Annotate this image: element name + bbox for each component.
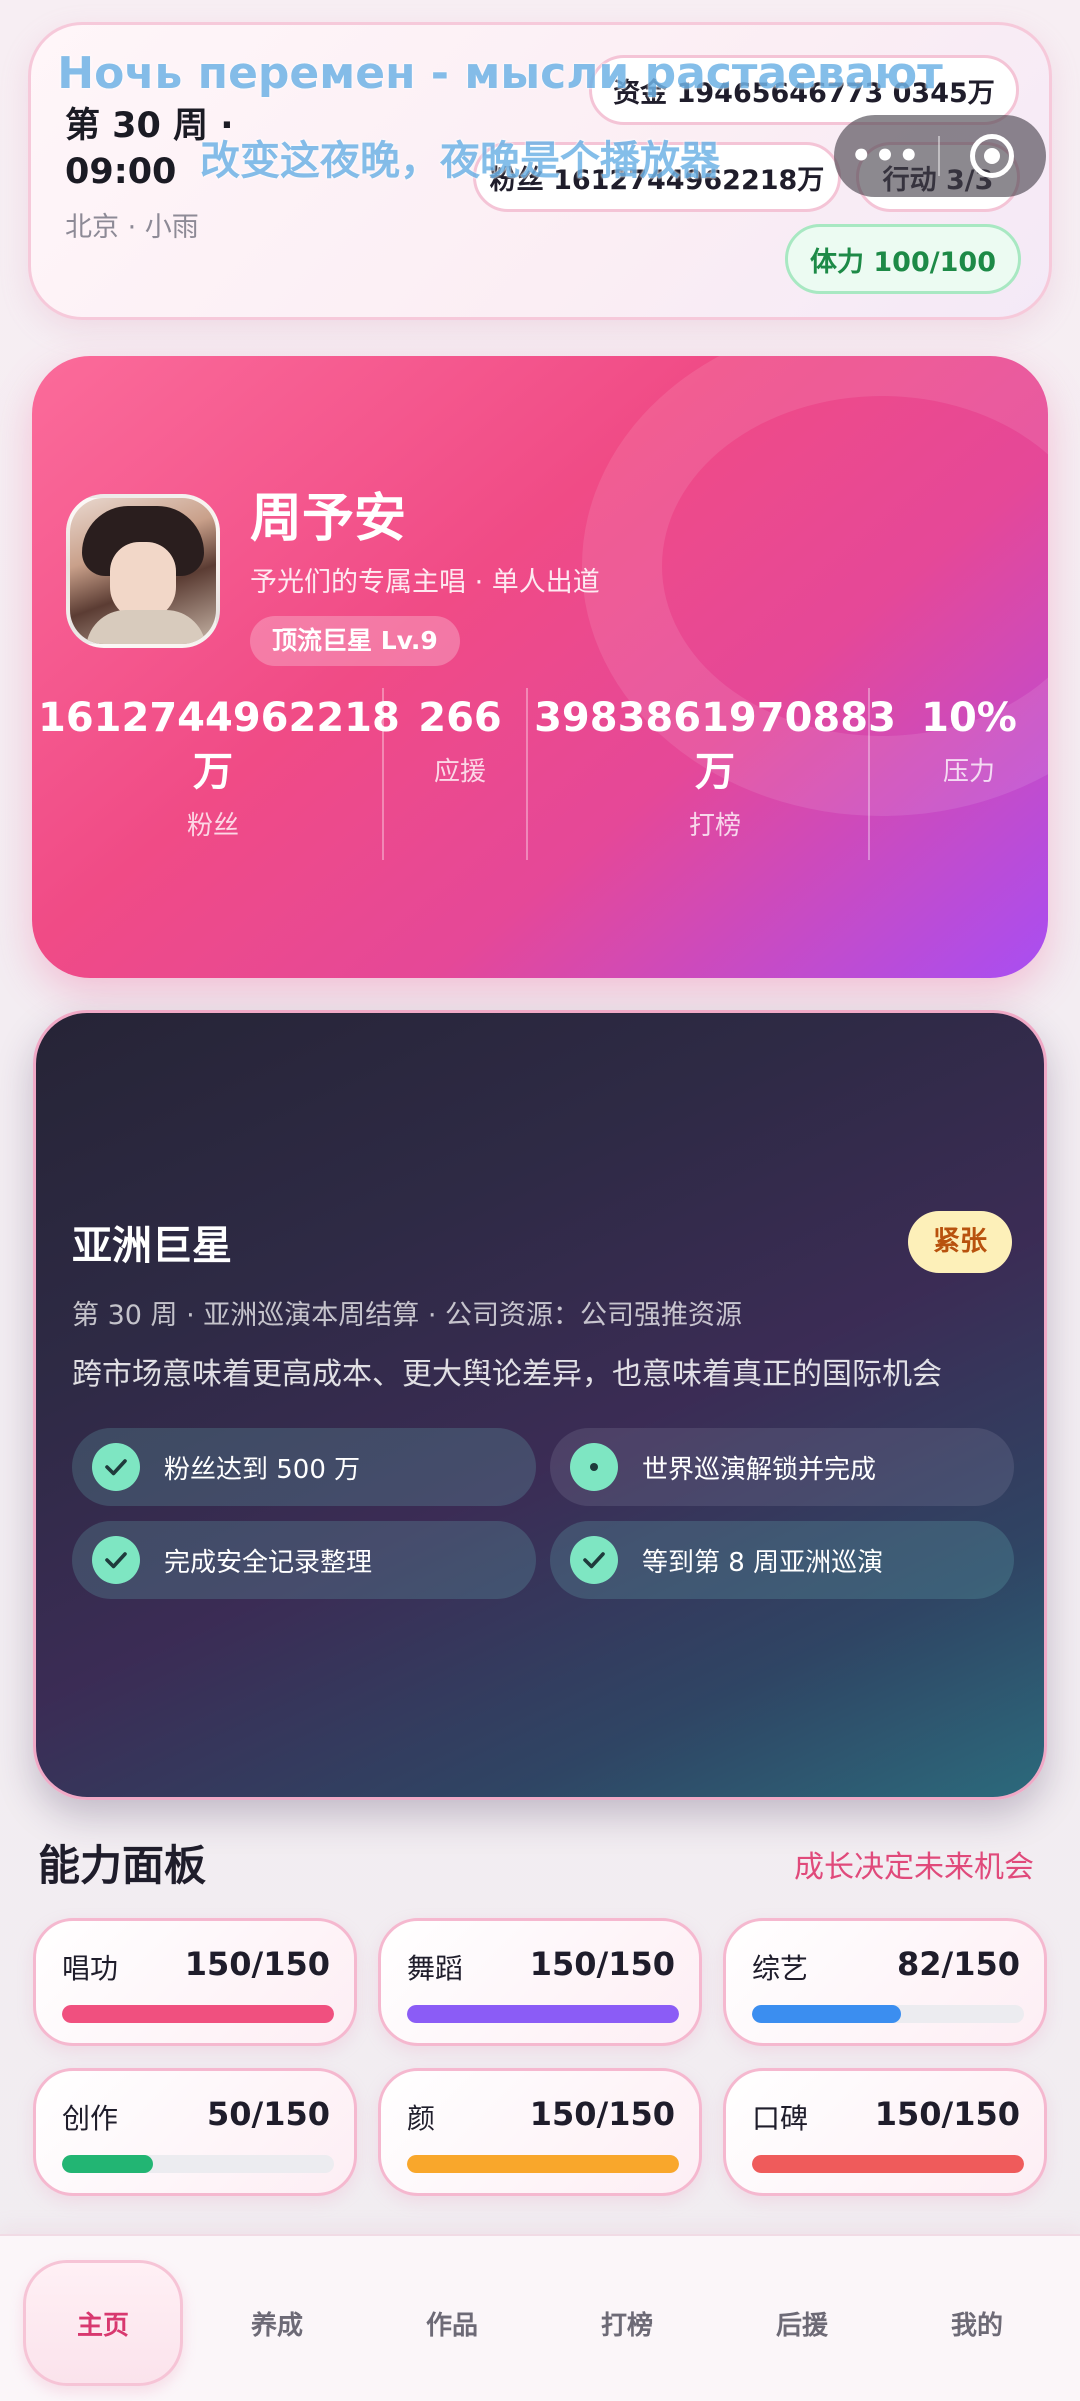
ability-progress-fill — [407, 2155, 679, 2173]
more-dots-icon[interactable]: ••• — [834, 136, 938, 176]
ability-progress-track — [752, 2155, 1024, 2173]
ability-progress-fill — [752, 2155, 1024, 2173]
profile-card: 周予安 予光们的专属主唱 · 单人出道 顶流巨星 Lv.9 1612744962… — [32, 356, 1048, 978]
nav-training[interactable]: 养成 — [197, 2260, 357, 2386]
artist-subtitle: 予光们的专属主唱 · 单人出道 — [250, 567, 600, 598]
level-badge: 顶流巨星 Lv.9 — [250, 616, 460, 666]
stat-pressure-value: 10% — [921, 695, 1017, 741]
ability-name: 舞蹈 — [407, 1952, 464, 1985]
ability-value: 150/150 — [529, 1945, 675, 1983]
ability-value: 82/150 — [896, 1945, 1020, 1983]
ability-name: 创作 — [62, 2102, 119, 2135]
ability-section-title: 能力面板 — [38, 1841, 207, 1890]
ability-value: 150/150 — [874, 2095, 1020, 2133]
mini-program-capsule: ••• — [834, 115, 1046, 197]
stat-fans-label: 粉丝 — [186, 811, 239, 841]
ability-progress-fill — [407, 2005, 679, 2023]
event-card[interactable]: 亚洲巨星 紧张 第 30 周 · 亚洲巡演本周结算 · 公司资源：公司强推资源 … — [33, 1010, 1047, 1800]
ability-card-reputation[interactable]: 口碑 150/150 — [723, 2068, 1047, 2196]
artist-name: 周予安 — [250, 489, 407, 549]
stat-support-value: 266 — [418, 695, 502, 741]
stat-rank: 3983861970883万 打榜 — [528, 691, 902, 842]
ability-name: 综艺 — [752, 1952, 809, 1985]
nav-support[interactable]: 后援 — [722, 2260, 882, 2386]
stat-fans: 1612744962218万 粉丝 — [38, 691, 400, 842]
goal-item: 完成安全记录整理 — [72, 1521, 536, 1599]
event-description: 跨市场意味着更高成本、更大舆论差异，也意味着真正的国际机会 — [72, 1357, 942, 1392]
stat-divider — [382, 688, 384, 860]
week-time: 第 30 周 · 09:00 — [65, 106, 234, 192]
stat-pressure: 10% 压力 — [894, 691, 1044, 788]
ability-progress-fill — [62, 2005, 334, 2023]
ability-name: 颜 — [407, 2102, 436, 2135]
nav-works[interactable]: 作品 — [372, 2260, 532, 2386]
ability-value: 150/150 — [184, 1945, 330, 1983]
bottom-nav: 主页 养成 作品 打榜 后援 我的 — [0, 2234, 1080, 2401]
ability-card-dance[interactable]: 舞蹈 150/150 — [378, 1918, 702, 2046]
ability-progress-track — [407, 2155, 679, 2173]
goal-item: 粉丝达到 500 万 — [72, 1428, 536, 1506]
nav-ranking[interactable]: 打榜 — [547, 2260, 707, 2386]
record-target-icon[interactable] — [940, 134, 1044, 178]
goal-text: 世界巡演解锁并完成 — [642, 1454, 877, 1485]
check-icon — [570, 1536, 618, 1584]
goal-text: 完成安全记录整理 — [164, 1547, 373, 1578]
stat-divider — [868, 688, 870, 860]
event-status-badge: 紧张 — [908, 1211, 1012, 1273]
ability-card-creation[interactable]: 创作 50/150 — [33, 2068, 357, 2196]
ability-progress-fill — [752, 2005, 901, 2023]
stat-fans-value: 1612744962218万 — [38, 695, 400, 795]
stat-support: 266 应援 — [386, 691, 534, 788]
stat-rank-value: 3983861970883万 — [534, 695, 896, 795]
ability-section-hint[interactable]: 成长决定未来机会 — [770, 1842, 1034, 1886]
ability-card-variety[interactable]: 综艺 82/150 — [723, 1918, 1047, 2046]
ability-progress-track — [752, 2005, 1024, 2023]
ability-card-looks[interactable]: 颜 150/150 — [378, 2068, 702, 2196]
ability-name: 口碑 — [752, 2102, 809, 2135]
event-title: 亚洲巨星 — [72, 1223, 232, 1269]
ability-progress-track — [407, 2005, 679, 2023]
avatar[interactable] — [66, 494, 220, 648]
goal-item: 世界巡演解锁并完成 — [550, 1428, 1014, 1506]
goal-text: 粉丝达到 500 万 — [164, 1454, 361, 1485]
goal-item: 等到第 8 周亚洲巡演 — [550, 1521, 1014, 1599]
location-weather: 北京 · 小雨 — [65, 212, 199, 243]
goal-text: 等到第 8 周亚洲巡演 — [642, 1547, 884, 1578]
stat-support-label: 应援 — [433, 757, 486, 787]
event-meta: 第 30 周 · 亚洲巡演本周结算 · 公司资源：公司强推资源 — [72, 1300, 743, 1331]
nav-me[interactable]: 我的 — [897, 2260, 1057, 2386]
ability-value: 50/150 — [206, 2095, 330, 2133]
ability-name: 唱功 — [62, 1952, 119, 1985]
check-icon — [92, 1443, 140, 1491]
ability-value: 150/150 — [529, 2095, 675, 2133]
ability-progress-track — [62, 2155, 334, 2173]
ability-card-vocal[interactable]: 唱功 150/150 — [33, 1918, 357, 2046]
pending-dot-icon — [570, 1443, 618, 1491]
nav-home[interactable]: 主页 — [23, 2260, 183, 2386]
stat-rank-label: 打榜 — [688, 811, 741, 841]
ability-progress-track — [62, 2005, 334, 2023]
stamina-pill[interactable]: 体力 100/100 — [785, 224, 1021, 294]
ability-progress-fill — [62, 2155, 153, 2173]
check-icon — [92, 1536, 140, 1584]
fans-pill[interactable]: 粉丝 1612744962218万 — [473, 142, 841, 212]
stat-pressure-label: 压力 — [942, 757, 995, 787]
